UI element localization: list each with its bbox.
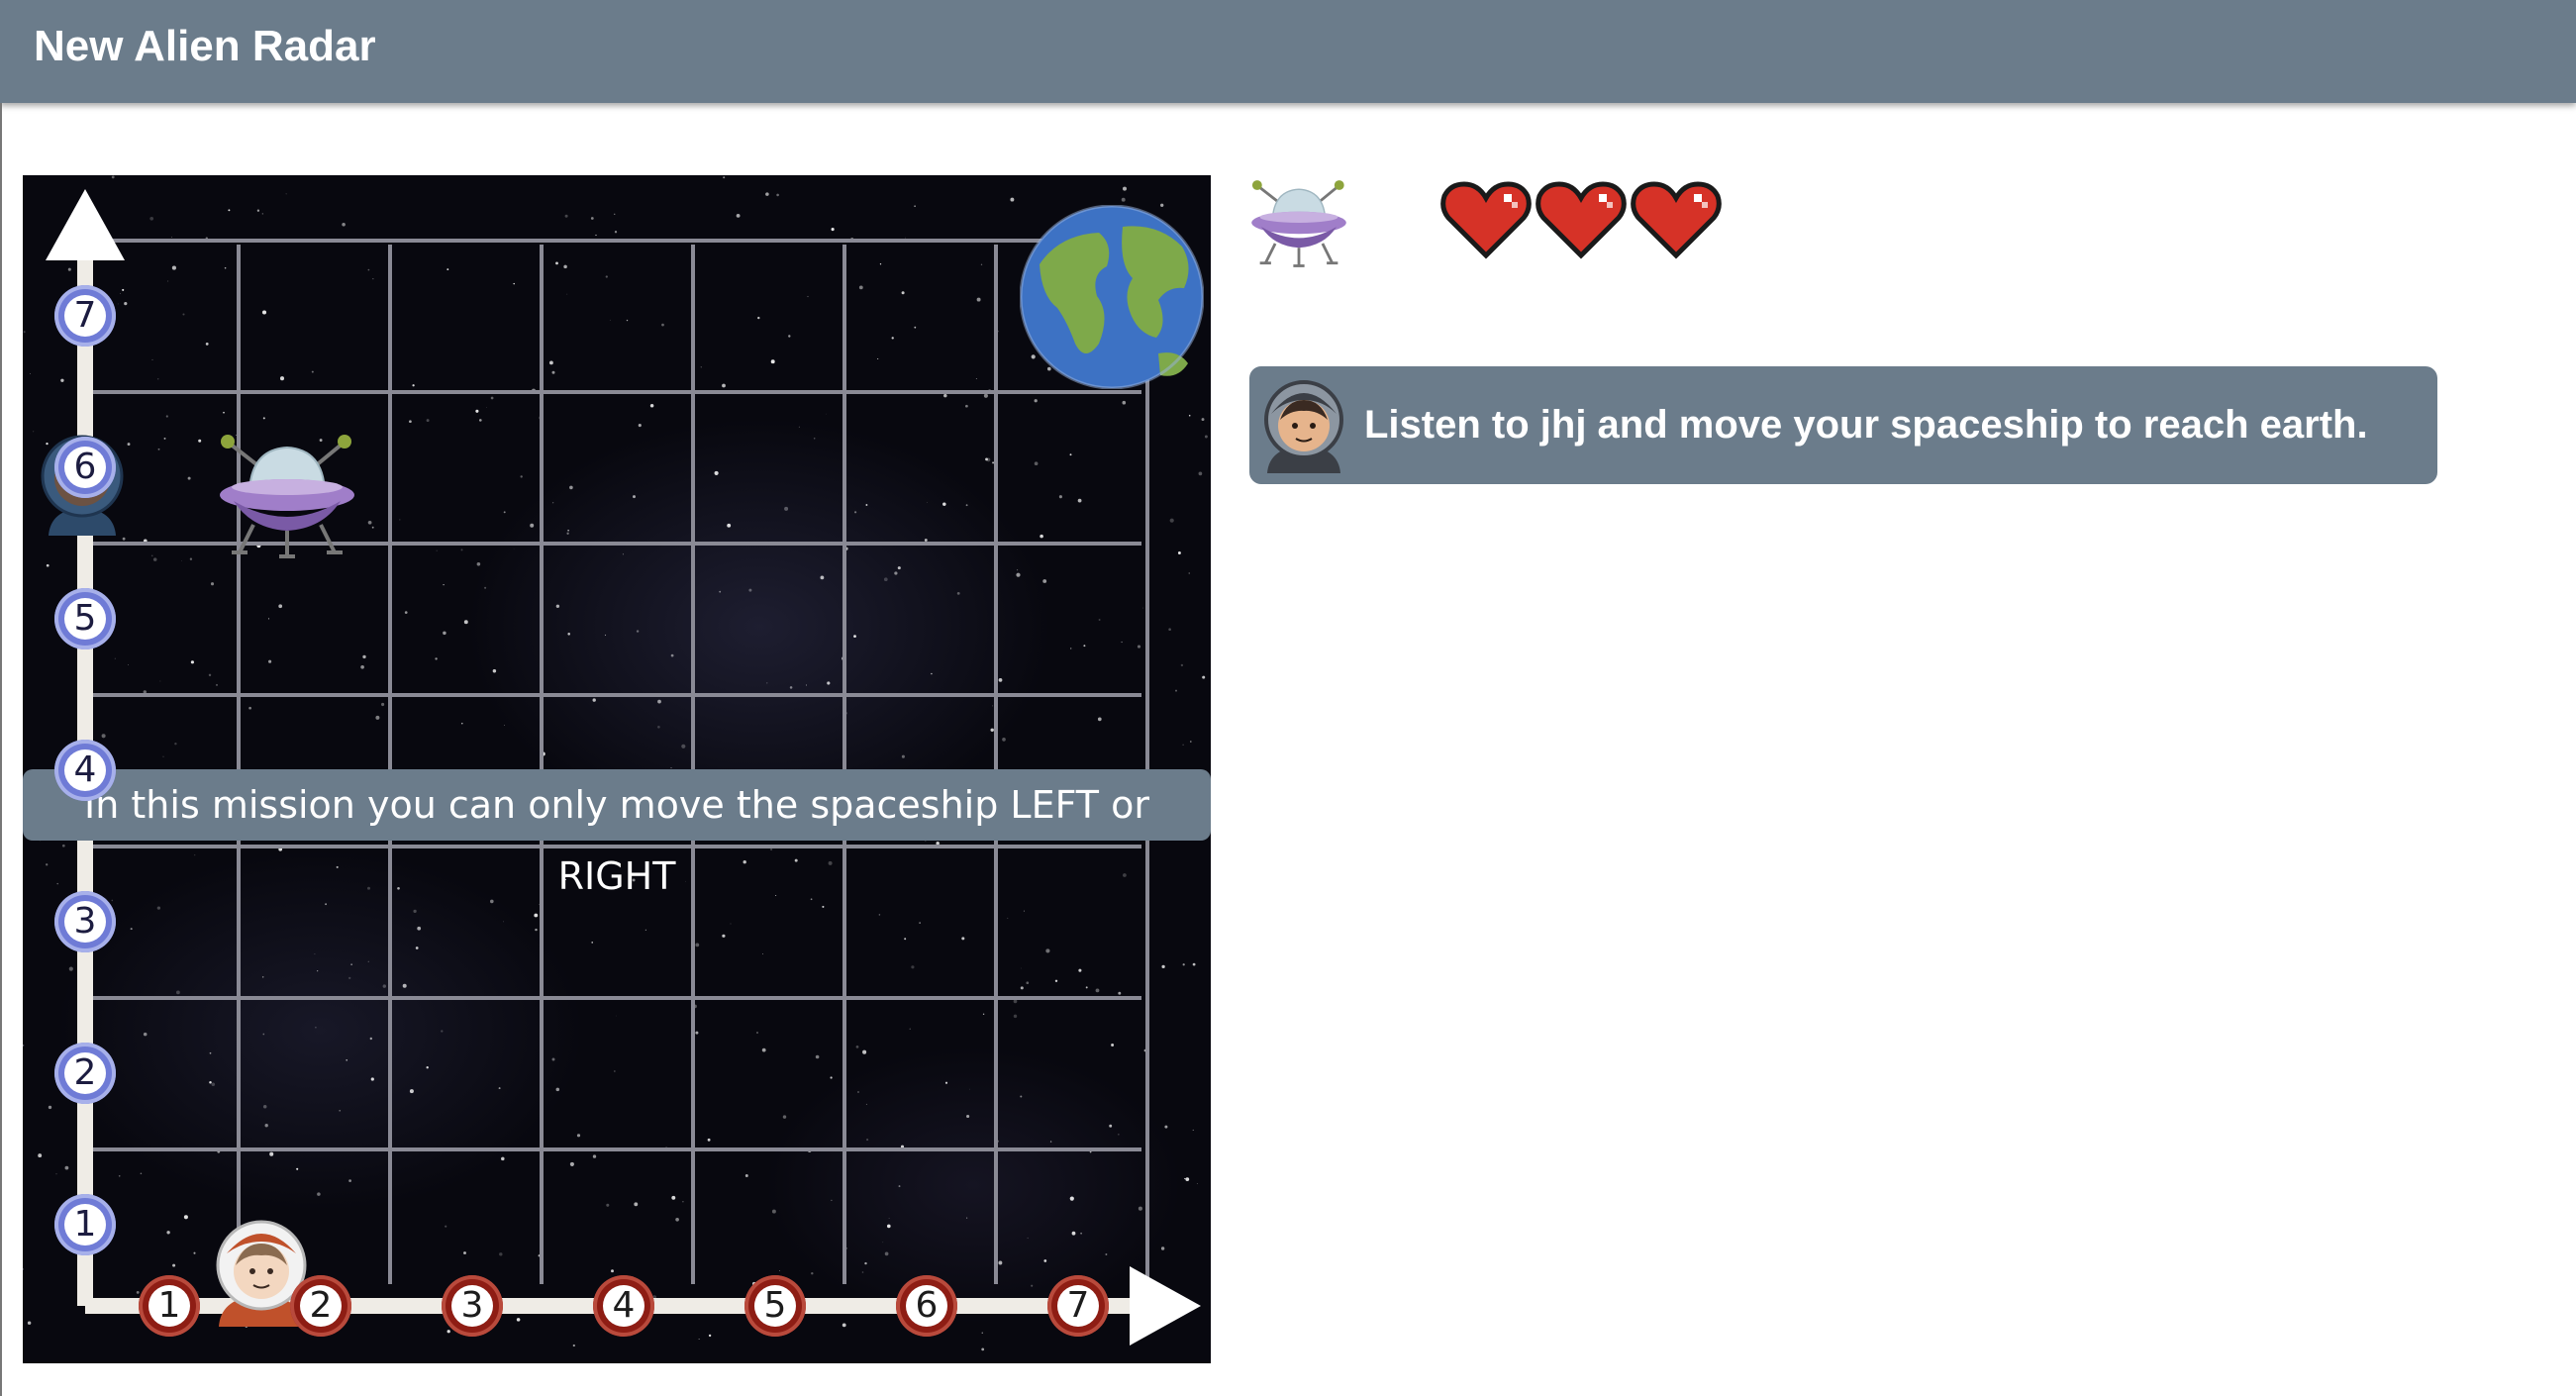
tick-label: 6 [73,447,97,487]
heart-icon [1536,181,1627,259]
y-tick-1[interactable]: 1 [54,1194,116,1255]
x-tick-6[interactable]: 6 [896,1275,957,1337]
x-tick-7[interactable]: 7 [1047,1275,1109,1337]
mission-banner: In this mission you can only move the sp… [23,769,1211,898]
y-tick-7[interactable]: 7 [54,285,116,347]
instruction-panel: Listen to jhj and move your spaceship to… [1249,366,2437,484]
page-left-border [0,103,2,1396]
heart-icon [1440,181,1532,259]
x-tick-1[interactable]: 1 [139,1275,200,1337]
tick-label: 1 [73,1204,97,1245]
y-tick-5[interactable]: 5 [54,588,116,649]
radar-board[interactable]: 1 2 3 4 5 6 7 1 2 3 4 5 6 7 In this miss… [23,175,1211,1363]
tick-label: 1 [157,1285,181,1326]
lives-hearts [1440,180,1722,259]
tick-label: 7 [73,295,97,336]
tick-label: 5 [763,1285,787,1326]
app-title: New Alien Radar [34,22,376,70]
tick-label: 2 [309,1285,333,1326]
tick-label: 3 [460,1285,484,1326]
y-tick-4[interactable]: 4 [54,740,116,801]
earth-icon [1020,205,1204,389]
tick-label: 3 [73,901,97,942]
instruction-text: Listen to jhj and move your spaceship to… [1364,403,2368,447]
astronaut-icon [1264,380,1343,473]
y-tick-2[interactable]: 2 [54,1043,116,1104]
tick-label: 2 [73,1052,97,1093]
x-tick-2[interactable]: 2 [290,1275,351,1337]
tick-label: 7 [1066,1285,1090,1326]
tick-label: 4 [73,749,97,790]
x-tick-3[interactable]: 3 [442,1275,503,1337]
y-tick-6[interactable]: 6 [54,437,116,498]
tick-label: 6 [915,1285,939,1326]
x-tick-5[interactable]: 5 [744,1275,806,1337]
y-axis-arrow-icon [46,189,125,260]
ufo-icon [1251,180,1346,267]
app-header: New Alien Radar [0,0,2576,103]
spaceship-icon[interactable] [214,430,360,563]
heart-icon [1631,181,1722,259]
tick-label: 5 [73,598,97,639]
x-axis-arrow-icon [1130,1266,1201,1346]
x-tick-4[interactable]: 4 [593,1275,654,1337]
y-tick-3[interactable]: 3 [54,891,116,952]
tick-label: 4 [612,1285,636,1326]
